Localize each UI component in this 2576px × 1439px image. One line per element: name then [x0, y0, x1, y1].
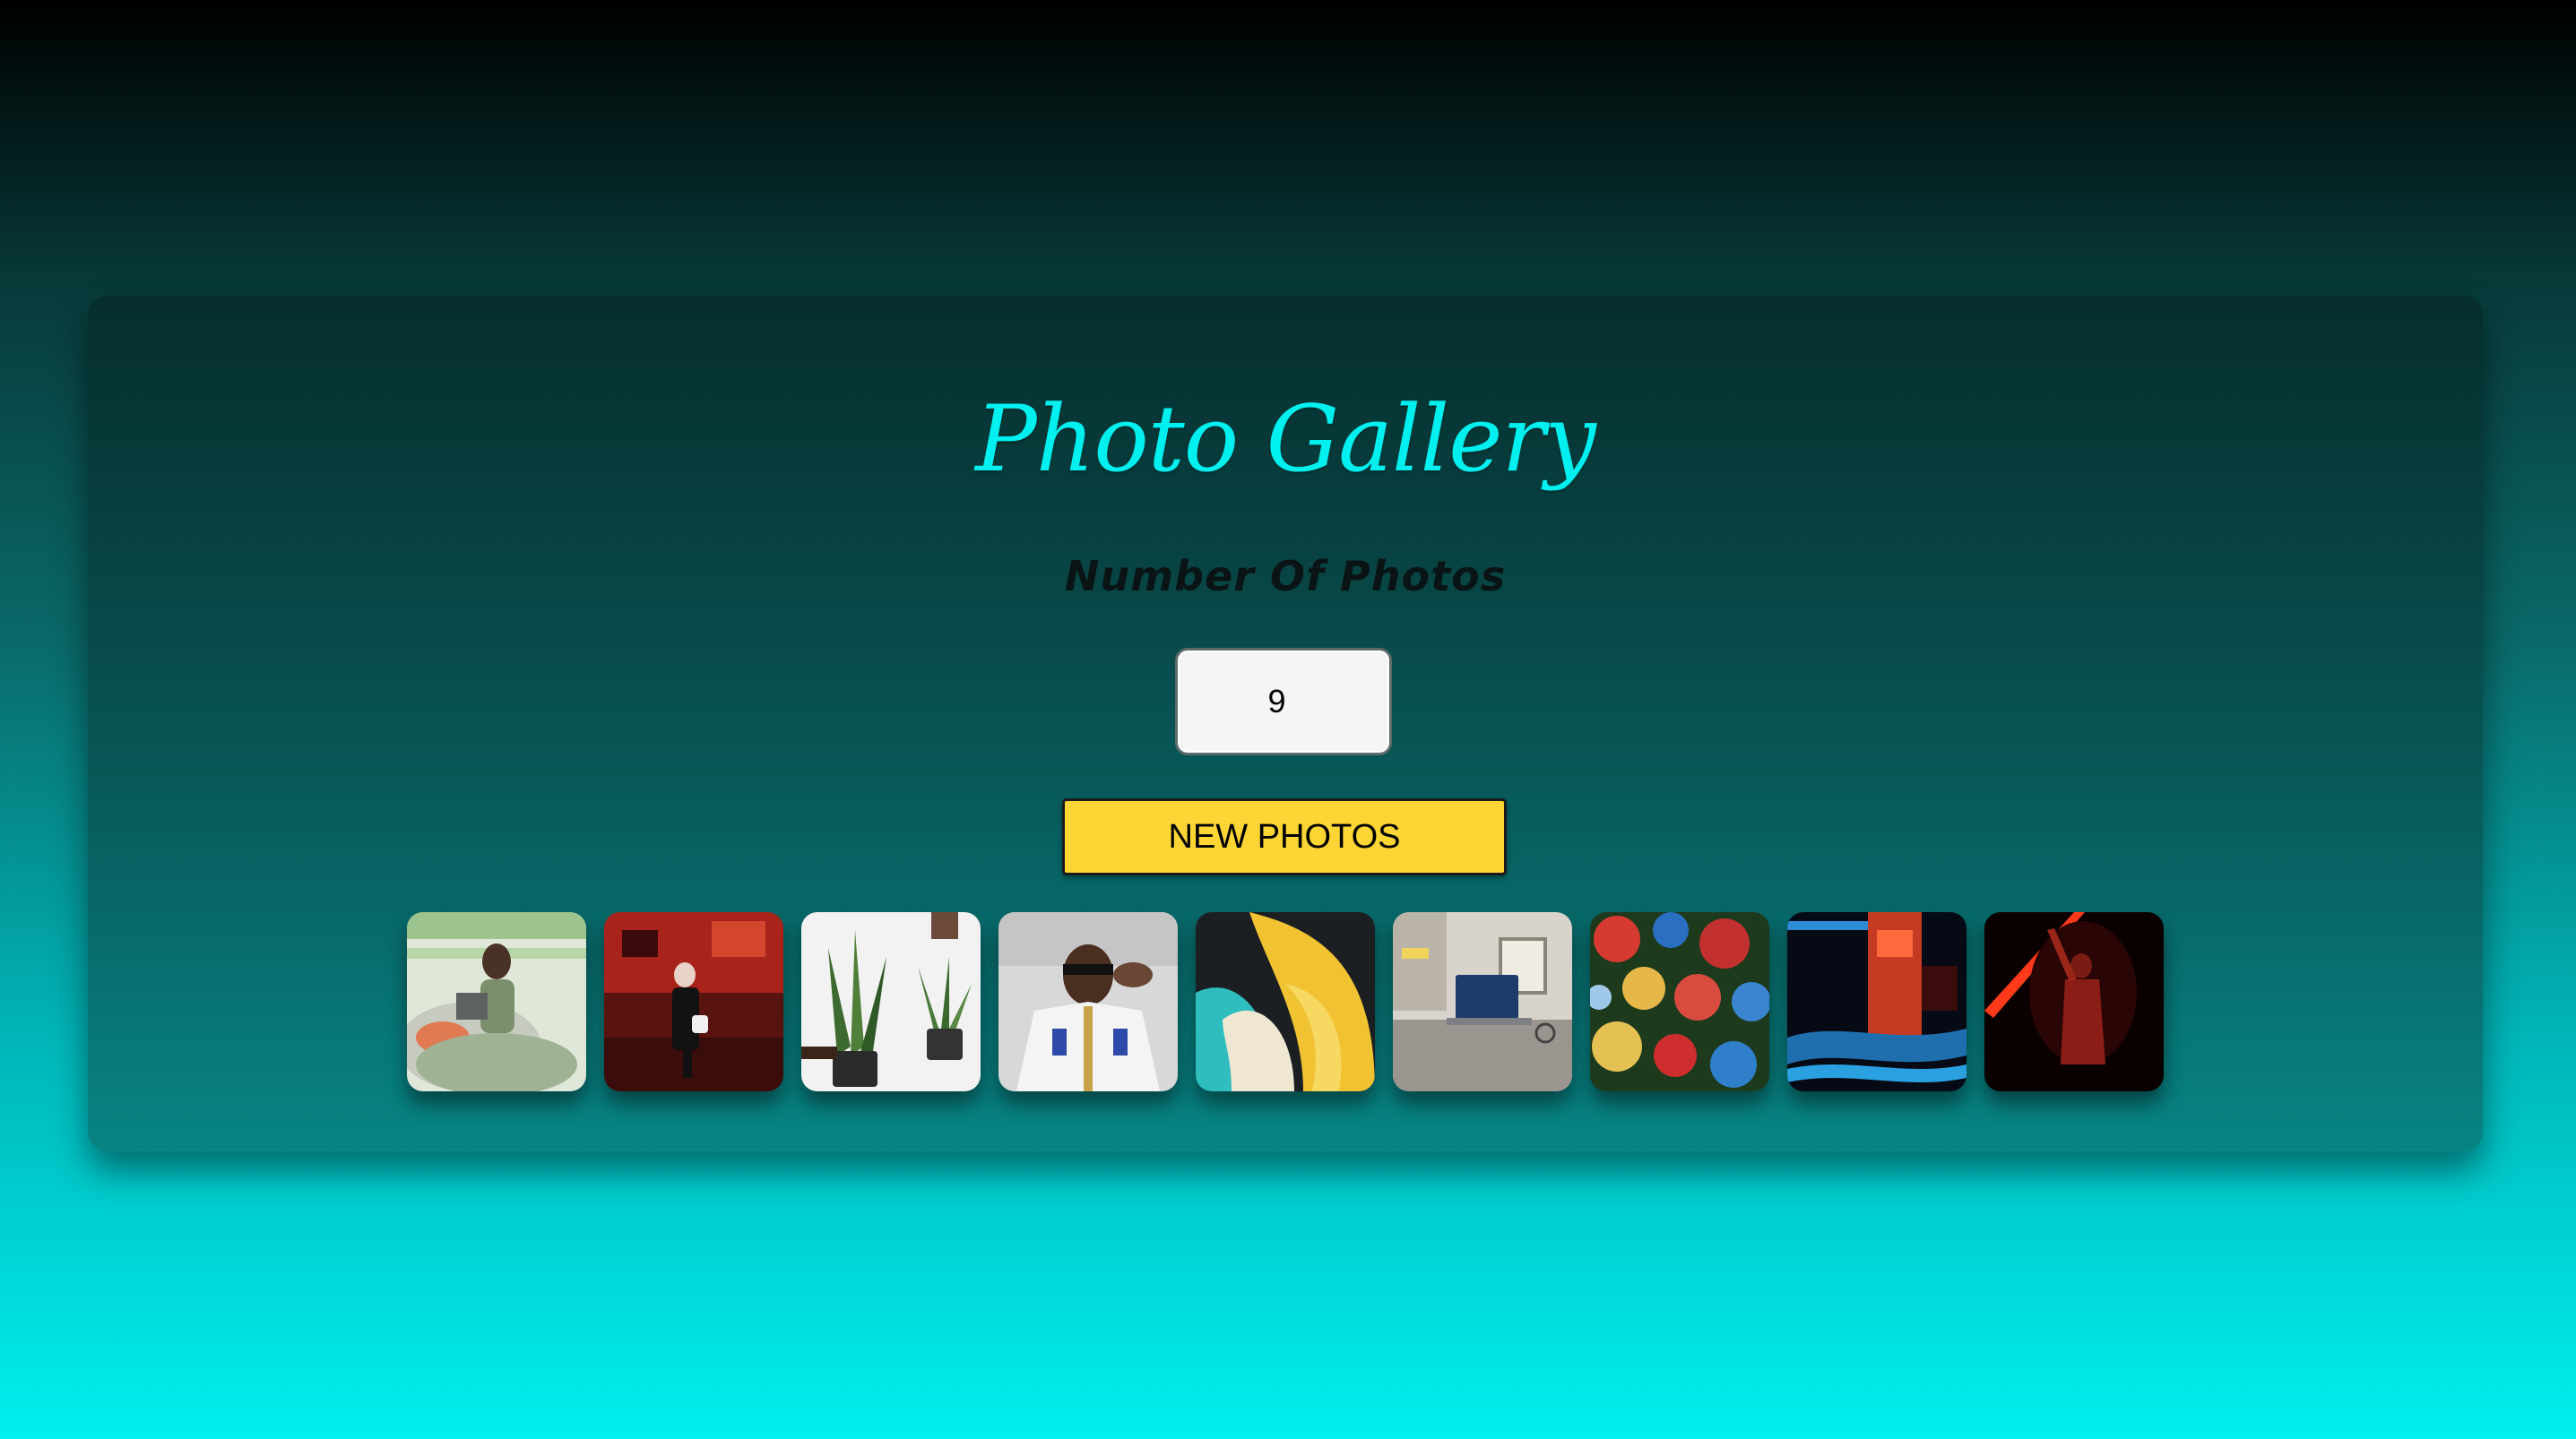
photo-laptop-desk[interactable]: [1393, 912, 1572, 1091]
photo-red-light-person[interactable]: [1984, 912, 2164, 1091]
photo-neon-city[interactable]: [1787, 912, 1967, 1091]
photo-man-white-jacket[interactable]: [998, 912, 1178, 1091]
photo-snake-plants[interactable]: [801, 912, 981, 1091]
photo-red-street[interactable]: [604, 912, 783, 1091]
photo-grid: [407, 912, 2164, 1091]
page-title: Photo Gallery: [975, 386, 1596, 493]
new-photos-button[interactable]: NEW PHOTOS: [1062, 798, 1507, 875]
photo-christmas-ornaments[interactable]: [1590, 912, 1769, 1091]
gallery-panel: Photo Gallery Number Of Photos NEW PHOTO…: [88, 296, 2483, 1151]
photo-abstract-waves[interactable]: [1196, 912, 1375, 1091]
photo-woman-laptop[interactable]: [407, 912, 586, 1091]
photo-count-label: Number Of Photos: [1064, 552, 1507, 600]
photo-count-input[interactable]: [1175, 648, 1392, 755]
